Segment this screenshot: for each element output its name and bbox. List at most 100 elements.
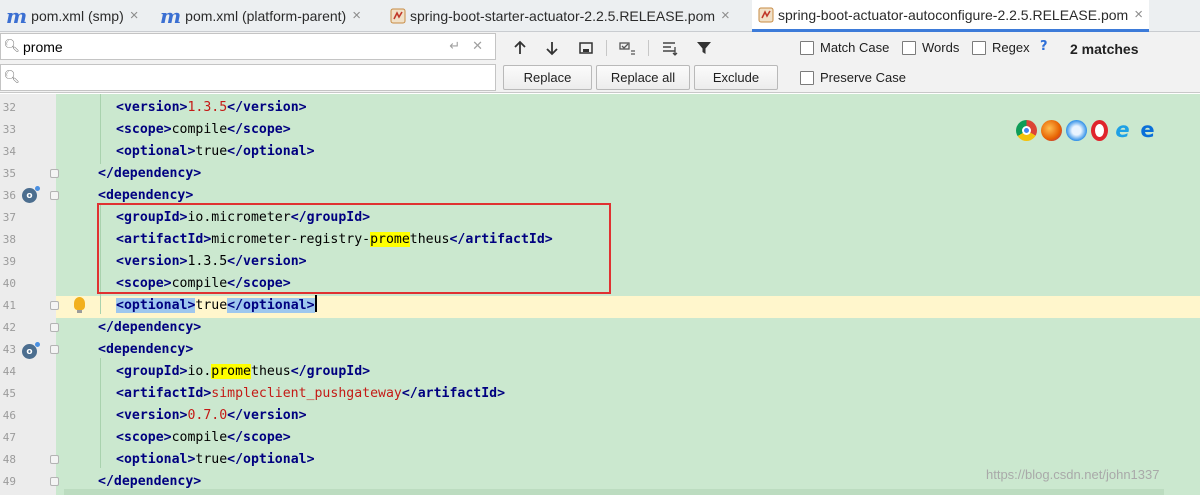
replace-history-icon[interactable]: 🔍︎ <box>1 70 23 85</box>
line-number: 38 <box>2 233 16 246</box>
code-line[interactable]: <scope>compile</scope> <box>116 427 291 449</box>
xml-tag: </scope> <box>227 430 291 445</box>
xml-tag: </optional> <box>227 452 315 467</box>
tab-label: pom.xml (platform-parent) <box>185 7 347 24</box>
arrow-down-icon[interactable] <box>540 36 564 60</box>
internet-explorer-icon[interactable]: e <box>1112 120 1133 141</box>
pom-file-icon <box>758 7 774 23</box>
code-line[interactable]: <groupId>io.prometheus</groupId> <box>116 361 370 383</box>
replace-input[interactable]: 🔍︎ <box>0 64 496 91</box>
exclude-button[interactable]: Exclude <box>694 65 778 90</box>
search-match-highlight: prome <box>211 364 251 379</box>
filter-options-icon[interactable] <box>616 36 640 60</box>
editor-tab-bar: m pom.xml (smp) × m pom.xml (platform-pa… <box>0 0 1200 32</box>
funnel-icon[interactable] <box>692 36 716 60</box>
words-label: Words <box>922 40 960 55</box>
code-line[interactable]: <optional>true</optional> <box>116 449 315 471</box>
xml-tag: </groupId> <box>290 364 371 379</box>
chrome-icon[interactable] <box>1016 120 1037 141</box>
words-checkbox[interactable]: Words <box>902 40 959 55</box>
line-number: 32 <box>2 101 16 114</box>
code-line[interactable]: <optional>true</optional> <box>116 141 315 163</box>
code-line[interactable]: <scope>compile</scope> <box>116 119 291 141</box>
line-number: 45 <box>2 387 16 400</box>
checkbox-box[interactable] <box>800 40 814 55</box>
fold-marker-icon[interactable] <box>50 301 59 310</box>
tab-pom-platform-parent[interactable]: m pom.xml (platform-parent) × <box>160 0 361 31</box>
code-line[interactable]: <optional>true</optional> <box>116 295 317 317</box>
browser-preview-icons: e e <box>1016 120 1158 141</box>
tab-pom-smp[interactable]: m pom.xml (smp) × <box>6 0 139 31</box>
opera-icon[interactable] <box>1091 120 1108 141</box>
xml-tag-selected: <optional> <box>116 298 196 313</box>
code-line[interactable]: <version>0.7.0</version> <box>116 405 307 427</box>
edge-icon[interactable]: e <box>1137 120 1158 141</box>
search-input-value[interactable]: prome <box>23 39 449 55</box>
line-number: 49 <box>2 475 16 488</box>
clear-search-icon[interactable]: ✕ <box>472 39 483 54</box>
fold-marker-icon[interactable] <box>50 323 59 332</box>
xml-tag: </version> <box>227 100 307 115</box>
search-input[interactable]: 🔍︎ prome ↵ ✕ <box>0 33 496 60</box>
xml-value: simpleclient_pushgateway <box>211 386 402 401</box>
line-number: 48 <box>2 453 16 466</box>
preserve-case-label: Preserve Case <box>820 70 906 85</box>
close-tab-icon[interactable]: × <box>721 7 730 24</box>
close-tab-icon[interactable]: × <box>130 7 139 24</box>
close-tab-icon[interactable]: × <box>352 7 361 24</box>
line-number: 46 <box>2 409 16 422</box>
fold-marker-icon[interactable] <box>50 191 59 200</box>
close-tab-icon[interactable]: × <box>1134 6 1143 23</box>
regex-help-link[interactable]: ? <box>1040 39 1048 54</box>
xml-tag: </optional> <box>227 144 315 159</box>
new-line-icon[interactable]: ↵ <box>449 39 460 54</box>
firefox-icon[interactable] <box>1041 120 1062 141</box>
replace-all-button[interactable]: Replace all <box>596 65 690 90</box>
maven-file-icon: m <box>6 3 28 28</box>
xml-tag: <dependency> <box>98 188 194 203</box>
find-replace-panel: 🔍︎ prome ↵ ✕ 🔍︎ Replace Replace all Excl… <box>0 32 1200 93</box>
arrow-up-icon[interactable] <box>508 36 532 60</box>
tab-starter-actuator-pom[interactable]: spring-boot-starter-actuator-2.2.5.RELEA… <box>390 0 730 31</box>
fold-marker-icon[interactable] <box>50 345 59 354</box>
code-line[interactable]: </dependency> <box>98 317 201 339</box>
match-case-checkbox[interactable]: Match Case <box>800 40 889 55</box>
checkbox-box[interactable] <box>972 40 986 55</box>
xml-tag: <groupId> <box>116 364 188 379</box>
code-line[interactable]: <version>1.3.5</version> <box>116 97 307 119</box>
line-number: 35 <box>2 167 16 180</box>
toolbar-separator <box>648 40 649 56</box>
line-number: 37 <box>2 211 16 224</box>
safari-icon[interactable] <box>1066 120 1087 141</box>
checkbox-box[interactable] <box>902 40 916 55</box>
xml-text: compile <box>171 430 228 445</box>
xml-tag: </dependency> <box>98 320 202 335</box>
xml-tag: <version> <box>116 408 188 423</box>
line-number: 40 <box>2 277 16 290</box>
regex-checkbox[interactable]: Regex <box>972 40 1030 55</box>
code-line[interactable]: </dependency> <box>98 163 201 185</box>
intention-bulb-icon[interactable] <box>74 297 85 313</box>
line-number: 44 <box>2 365 16 378</box>
code-line[interactable]: <dependency> <box>98 339 193 361</box>
xml-tag: </version> <box>227 408 307 423</box>
replace-button[interactable]: Replace <box>503 65 592 90</box>
tab-actuator-autoconfigure-pom[interactable]: spring-boot-actuator-autoconfigure-2.2.5… <box>752 0 1149 32</box>
fold-marker-icon[interactable] <box>50 169 59 178</box>
fold-marker-icon[interactable] <box>50 477 59 486</box>
search-history-icon[interactable]: 🔍︎ <box>1 39 23 54</box>
xml-tag: </dependency> <box>98 474 202 489</box>
maven-dependency-gutter-icon[interactable]: o <box>22 342 40 359</box>
select-all-occurrences-icon[interactable] <box>574 36 598 60</box>
preserve-case-checkbox[interactable]: Preserve Case <box>800 70 906 85</box>
xml-value: 0.7.0 <box>187 408 228 423</box>
code-line[interactable]: <artifactId>simpleclient_pushgateway</ar… <box>116 383 505 405</box>
match-settings-icon[interactable] <box>658 36 682 60</box>
horizontal-scrollbar[interactable] <box>64 489 1164 495</box>
maven-dependency-gutter-icon[interactable]: o <box>22 186 40 203</box>
xml-tag: <dependency> <box>98 342 194 357</box>
fold-marker-icon[interactable] <box>50 455 59 464</box>
xml-text: true <box>195 144 228 159</box>
checkbox-box[interactable] <box>800 70 814 85</box>
code-editor[interactable]: <version>1.3.5</version> <scope>compile</… <box>0 94 1200 495</box>
